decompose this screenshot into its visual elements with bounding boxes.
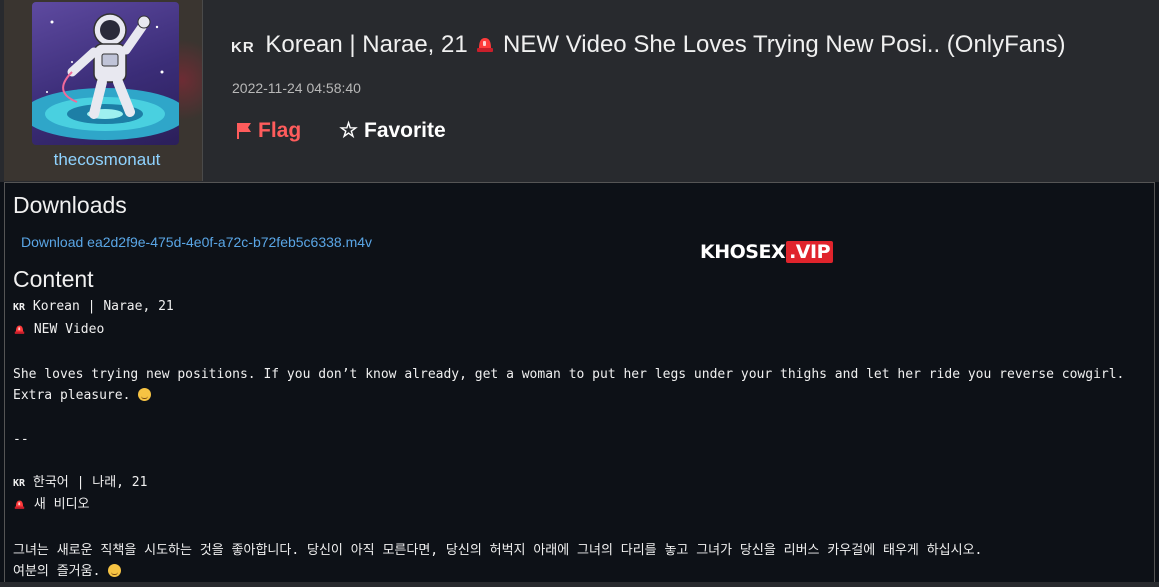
content-line-text: -- (13, 431, 29, 447)
content-line-text: Korean | Narae, 21 (25, 299, 174, 314)
siren-icon (13, 499, 26, 514)
watermark-brand: KHOSEX (700, 241, 786, 263)
kr-flag-label: KR (13, 302, 26, 313)
content-line-text: Extra pleasure. (13, 388, 139, 404)
favorite-button-label: Favorite (364, 118, 446, 142)
content-text: KR Korean | Narae, 21 NEW Video She loves… (13, 296, 1148, 583)
favorite-button[interactable]: ☆ Favorite (339, 118, 446, 143)
siren-icon (474, 32, 496, 61)
siren-icon (13, 324, 26, 339)
content-line: She loves trying new positions. If you d… (13, 364, 1148, 386)
content-line: 새 비디오 (13, 494, 1148, 518)
content-line-text: 그녀는 새로운 직책을 시도하는 것을 좋아합니다. 당신이 아직 모른다면, … (13, 542, 983, 558)
content-line-text: NEW Video (26, 321, 105, 337)
star-icon: ☆ (339, 119, 358, 142)
content-line: 그녀는 새로운 직책을 시도하는 것을 좋아합니다. 당신이 아직 모른다면, … (13, 540, 1148, 562)
content-line-text: 새 비디오 (26, 497, 90, 513)
content-line (13, 518, 1148, 540)
content-line (13, 450, 1148, 472)
kr-flag-label: KR (231, 39, 255, 56)
content-line-text: 여분의 즐거움. (13, 564, 109, 580)
kr-flag-label: KR (13, 477, 26, 489)
content-line: -- (13, 429, 1148, 451)
avatar[interactable] (32, 2, 179, 145)
content-line: 여분의 즐거움. (13, 561, 1148, 583)
download-link[interactable]: Download ea2d2f9e-475d-4e0f-a72c-b72feb5… (21, 234, 372, 250)
content-line: KR 한국어 | 나래, 21 (13, 472, 1148, 495)
flag-button[interactable]: Flag (236, 118, 301, 143)
content-line (13, 407, 1148, 429)
bottom-strip (0, 582, 1159, 587)
content-line (13, 342, 1148, 364)
post-actions: Flag ☆ Favorite (236, 118, 446, 143)
post-date: 2022-11-24 04:58:40 (232, 80, 361, 96)
post-title-part1: Korean | Narae, 21 (258, 31, 475, 58)
username-link[interactable]: thecosmonaut (4, 150, 202, 170)
content-line: KR Korean | Narae, 21 (13, 296, 1148, 319)
post-body: Downloads Download ea2d2f9e-475d-4e0f-a7… (4, 182, 1155, 584)
smirk-emoji (108, 564, 122, 578)
flag-icon (237, 122, 251, 139)
watermark-logo: KHOSEX .VIP (700, 241, 834, 263)
post-header: thecosmonaut KR Korean | Narae, 21 NEW V… (0, 0, 1159, 182)
content-line-text: 한국어 | 나래, 21 (25, 474, 148, 490)
post-title: KR Korean | Narae, 21 NEW Video She Love… (231, 31, 1065, 61)
post-title-part2: NEW Video She Loves Trying New Posi.. (O… (496, 31, 1066, 58)
user-card[interactable]: thecosmonaut (4, 0, 203, 181)
watermark-tld: .VIP (786, 241, 834, 263)
flag-button-label: Flag (258, 118, 302, 142)
content-line-text: She loves trying new positions. If you d… (13, 366, 1125, 382)
content-line: NEW Video (13, 319, 1148, 343)
content-heading: Content (13, 266, 94, 292)
downloads-heading: Downloads (13, 192, 127, 218)
astronaut-icon (32, 13, 179, 140)
content-line: Extra pleasure. (13, 385, 1148, 407)
smirk-emoji (138, 388, 152, 402)
